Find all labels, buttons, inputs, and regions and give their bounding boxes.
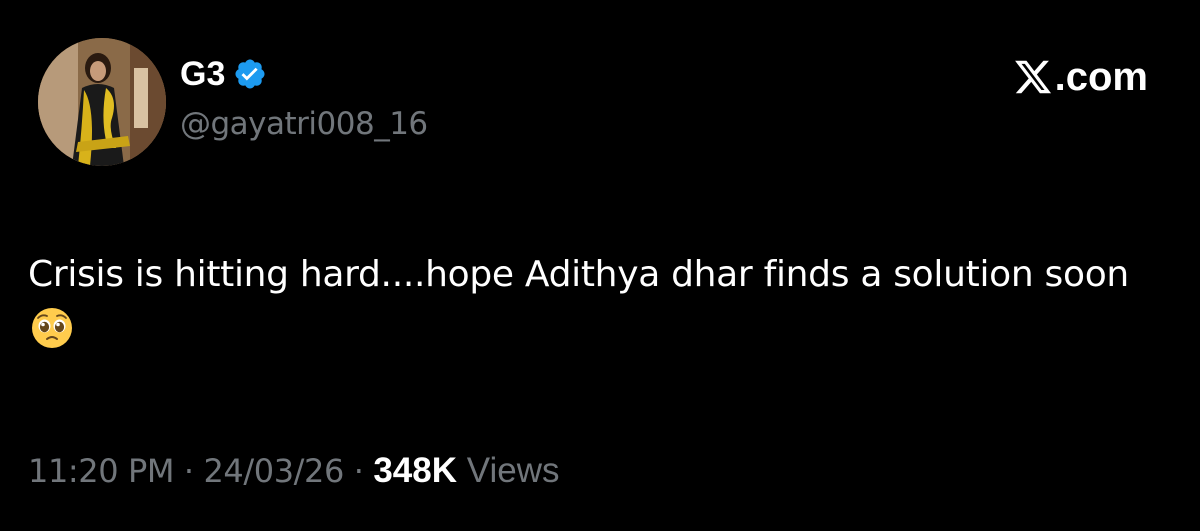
views-label: Views (466, 451, 560, 490)
brand-watermark: .com (1012, 54, 1148, 100)
brand-domain: .com (1054, 55, 1148, 99)
meta-separator: · (183, 452, 194, 490)
pleading-face-emoji (32, 308, 72, 348)
x-logo-icon (1014, 60, 1051, 94)
user-info: G3 @gayatri008_16 (180, 54, 428, 144)
name-row: G3 (180, 54, 428, 94)
avatar[interactable] (38, 38, 166, 166)
tweet-time[interactable]: 11:20 PM (28, 452, 175, 490)
tweet-text: Crisis is hitting hard....hope Adithya d… (28, 246, 1168, 362)
tweet-meta: 11:20 PM · 24/03/26 · 348K Views (28, 448, 560, 494)
profile-photo (38, 38, 166, 166)
views-count[interactable]: 348K (373, 451, 457, 490)
tweet-card: G3 @gayatri008_16 .com Crisis is hitting… (0, 0, 1200, 531)
user-handle[interactable]: @gayatri008_16 (180, 104, 428, 144)
display-name[interactable]: G3 (180, 54, 225, 94)
tweet-body: Crisis is hitting hard....hope Adithya d… (28, 254, 1129, 295)
verified-badge-icon (235, 59, 265, 89)
meta-separator: · (353, 452, 364, 490)
tweet-date[interactable]: 24/03/26 (203, 452, 344, 490)
